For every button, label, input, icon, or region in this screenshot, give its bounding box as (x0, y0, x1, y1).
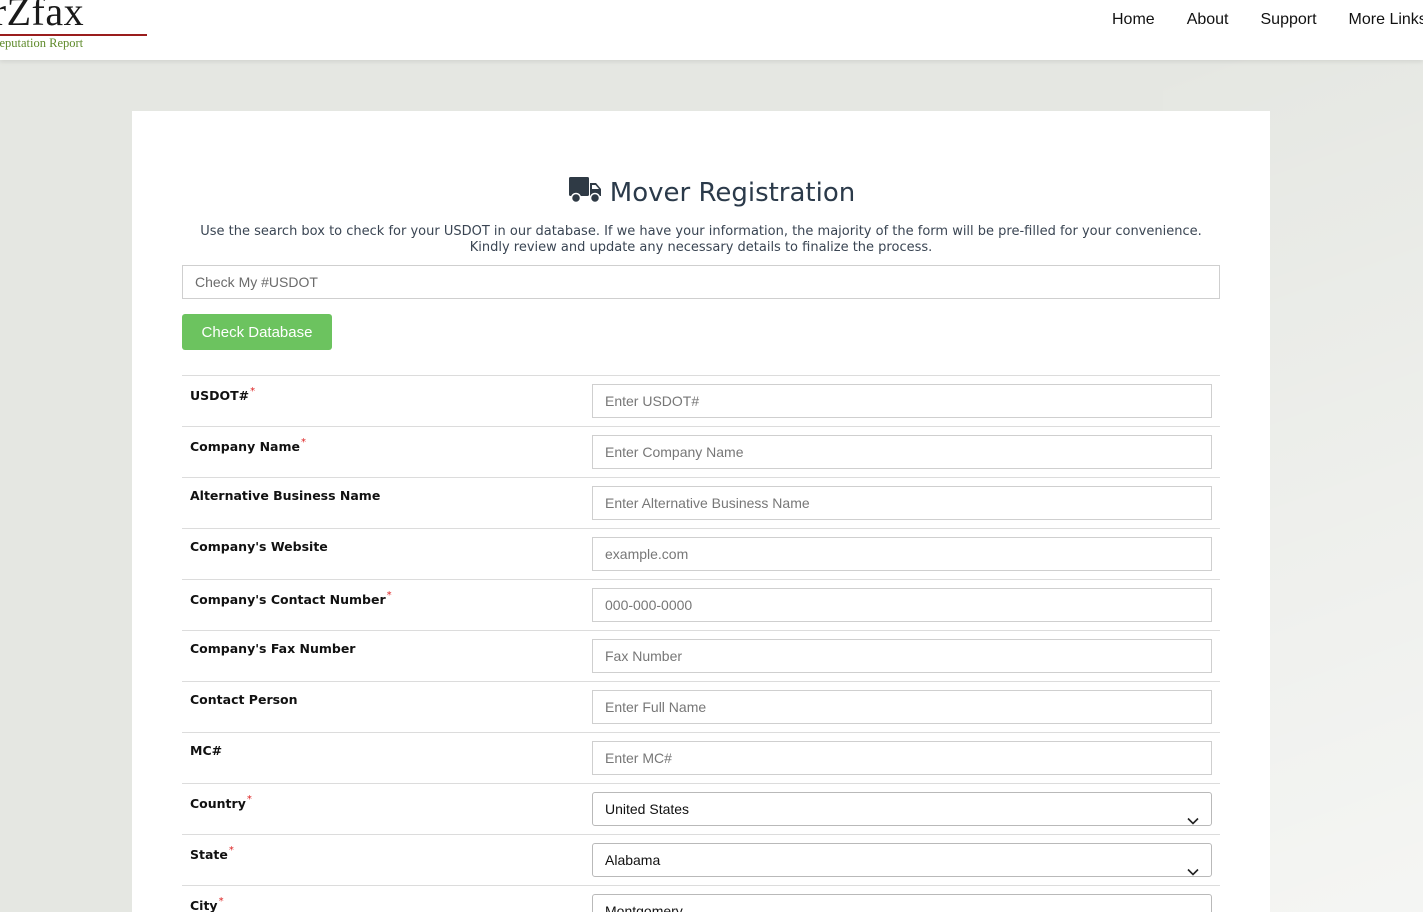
field-label: Country* (190, 794, 252, 811)
alt-business-name-input[interactable] (592, 486, 1212, 520)
state-select[interactable]: Alabama (592, 843, 1212, 877)
website-input[interactable] (592, 537, 1212, 571)
required-marker: * (386, 590, 392, 601)
city-select[interactable]: Montgomery (592, 894, 1212, 912)
field-label: Company Name* (190, 437, 306, 454)
website-label: Company's Website (190, 539, 328, 554)
alt-business-name-label: Alternative Business Name (190, 488, 381, 503)
contact-number-label: Company's Contact Number (190, 592, 386, 607)
required-marker: * (218, 896, 224, 907)
form-row-mc: MC# (182, 733, 1220, 784)
site-header: verZfax mpany Reputation Report Home Abo… (0, 0, 1423, 60)
page-title: Mover Registration (0, 176, 1423, 213)
form-row-website: Company's Website (182, 529, 1220, 580)
contact-number-input[interactable] (592, 588, 1212, 622)
chevron-down-icon (1187, 855, 1199, 887)
truck-icon (568, 176, 602, 213)
required-marker: * (246, 794, 252, 805)
fax-number-input[interactable] (592, 639, 1212, 673)
form-row-contact-person: Contact Person (182, 682, 1220, 733)
form-row-company-name: Company Name* (182, 427, 1220, 478)
site-logo[interactable]: verZfax mpany Reputation Report (0, 0, 154, 52)
country-selected-value: United States (605, 801, 690, 817)
nav-support-link[interactable]: Support (1261, 10, 1317, 30)
form-row-state: State* Alabama (182, 835, 1220, 886)
form-row-contact-number: Company's Contact Number* (182, 580, 1220, 631)
city-selected-value: Montgomery (605, 903, 683, 912)
mc-label: MC# (190, 743, 223, 758)
company-name-label: Company Name (190, 439, 300, 454)
state-selected-value: Alabama (605, 852, 661, 868)
nav-about-link[interactable]: About (1187, 10, 1229, 30)
mc-input[interactable] (592, 741, 1212, 775)
required-marker: * (228, 845, 234, 856)
usdot-input[interactable] (592, 384, 1212, 418)
check-database-button[interactable]: Check Database (182, 314, 332, 350)
chevron-down-icon (1187, 804, 1199, 836)
fax-number-label: Company's Fax Number (190, 641, 356, 656)
registration-form: USDOT#* Company Name* Alternative Busine… (182, 375, 1220, 912)
page-title-text: Mover Registration (609, 178, 856, 208)
field-label: USDOT#* (190, 386, 255, 403)
contact-person-label: Contact Person (190, 692, 298, 707)
country-label: Country (190, 796, 246, 811)
required-marker: * (300, 437, 306, 448)
intro-text: Use the search box to check for your USD… (200, 224, 1202, 255)
logo-tagline: mpany Reputation Report (0, 36, 84, 50)
state-label: State (190, 847, 228, 862)
form-row-usdot: USDOT#* (182, 376, 1220, 427)
form-row-country: Country* United States (182, 784, 1220, 835)
main-nav: Home About Support More Links (1112, 10, 1423, 30)
contact-person-input[interactable] (592, 690, 1212, 724)
form-row-city: City* Montgomery (182, 886, 1220, 912)
field-label: City* (190, 896, 224, 912)
chevron-down-icon (1187, 906, 1199, 912)
usdot-search-input[interactable] (182, 265, 1220, 299)
usdot-label: USDOT# (190, 388, 250, 403)
city-label: City (190, 898, 218, 912)
form-row-alt-business-name: Alternative Business Name (182, 478, 1220, 529)
nav-home-link[interactable]: Home (1112, 10, 1155, 30)
nav-more-links-link[interactable]: More Links (1349, 10, 1423, 30)
company-name-input[interactable] (592, 435, 1212, 469)
field-label: Company's Contact Number* (190, 590, 392, 607)
required-marker: * (250, 386, 256, 397)
field-label: State* (190, 845, 234, 862)
form-row-fax-number: Company's Fax Number (182, 631, 1220, 682)
country-select[interactable]: United States (592, 792, 1212, 826)
logo-wordmark: verZfax (0, 0, 85, 34)
